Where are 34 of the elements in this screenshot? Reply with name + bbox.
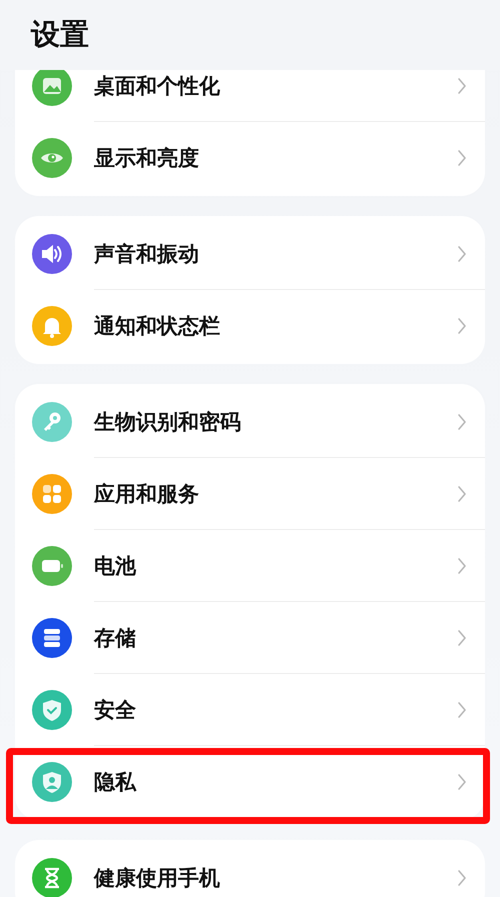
settings-item[interactable]: 显示和亮度 — [15, 122, 485, 194]
item-label: 隐私 — [94, 769, 136, 796]
item-label: 应用和服务 — [94, 480, 199, 508]
item-label: 通知和状态栏 — [94, 313, 220, 340]
chevron-right-icon — [457, 412, 467, 430]
settings-item[interactable]: 应用和服务 — [15, 458, 485, 530]
item-label: 显示和亮度 — [94, 145, 199, 172]
item-label: 存储 — [94, 624, 136, 652]
settings-item[interactable]: 安全 — [15, 674, 485, 746]
chevron-right-icon — [457, 244, 467, 262]
page-title: 设置 — [31, 16, 89, 53]
settings-item[interactable]: 桌面和个性化 — [15, 70, 485, 122]
chevron-right-icon — [457, 317, 467, 335]
item-label: 桌面和个性化 — [94, 72, 220, 100]
chevron-right-icon — [457, 149, 467, 167]
chevron-right-icon — [457, 869, 467, 887]
settings-item[interactable]: 电池 — [15, 530, 485, 602]
chevron-right-icon — [457, 700, 467, 718]
settings-item[interactable]: 隐私 — [15, 746, 485, 818]
chevron-right-icon — [457, 76, 467, 94]
settings-item[interactable]: 生物识别和密码 — [15, 386, 485, 458]
chevron-right-icon — [457, 556, 467, 574]
chevron-right-icon — [457, 484, 467, 502]
item-label: 生物识别和密码 — [94, 408, 241, 436]
settings-item[interactable]: 存储 — [15, 602, 485, 674]
item-label: 健康使用手机 — [94, 865, 220, 892]
item-label: 安全 — [94, 696, 136, 724]
item-label: 电池 — [94, 552, 136, 580]
settings-item[interactable]: 声音和振动 — [15, 218, 485, 290]
settings-item[interactable]: 通知和状态栏 — [15, 290, 485, 362]
settings-item[interactable]: 健康使用手机 — [15, 842, 485, 897]
chevron-right-icon — [457, 628, 467, 646]
item-label: 声音和振动 — [94, 240, 199, 268]
chevron-right-icon — [457, 773, 467, 791]
